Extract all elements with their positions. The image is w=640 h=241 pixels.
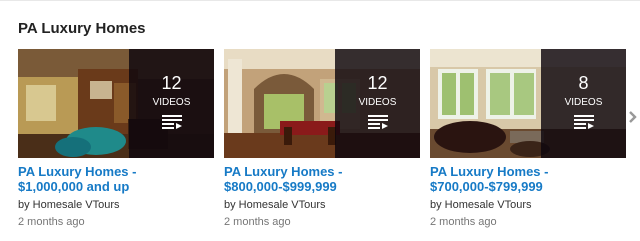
playlist-card: 12 VIDEOS PA Luxury Homes - $800,000-$99… — [224, 49, 420, 239]
playlist-icon — [368, 115, 388, 129]
video-count: 12 — [367, 73, 388, 93]
playlist-title-line2: $800,000-$999,999 — [224, 179, 337, 194]
playlist-shelf: PA Luxury Homes 12 VIDEOS PA Luxury Home… — [0, 0, 640, 241]
playlist-title-line2: $1,000,000 and up — [18, 179, 130, 194]
playlist-icon — [574, 115, 594, 129]
playlist-card: 8 VIDEOS PA Luxury Homes - $700,000-$799… — [430, 49, 626, 239]
channel-byline[interactable]: by Homesale VTours — [224, 198, 326, 212]
video-count-label: VIDEOS — [152, 97, 191, 108]
upload-age: 2 months ago — [430, 216, 497, 228]
chevron-right-icon[interactable] — [627, 109, 638, 125]
playlist-icon — [162, 115, 182, 129]
playlist-thumbnail[interactable]: 12 VIDEOS — [18, 49, 214, 158]
playlist-title-line2: $700,000-$799,999 — [430, 179, 543, 194]
playlist-title-link[interactable]: PA Luxury Homes - $1,000,000 and up — [18, 164, 214, 194]
channel-byline[interactable]: by Homesale VTours — [430, 198, 532, 212]
channel-byline[interactable]: by Homesale VTours — [18, 198, 120, 212]
playlist-title-link[interactable]: PA Luxury Homes - $800,000-$999,999 — [224, 164, 420, 194]
video-count: 12 — [161, 73, 182, 93]
playlist-thumbnail[interactable]: 8 VIDEOS — [430, 49, 626, 158]
playlist-title-link[interactable]: PA Luxury Homes - $700,000-$799,999 — [430, 164, 626, 194]
playlist-card: 12 VIDEOS PA Luxury Homes - $1,000,000 a… — [18, 49, 214, 239]
playlist-thumbnail[interactable]: 12 VIDEOS — [224, 49, 420, 158]
playlist-title-line1: PA Luxury Homes - — [18, 164, 137, 179]
playlist-count-overlay: 12 VIDEOS — [129, 49, 214, 158]
video-count-label: VIDEOS — [564, 97, 603, 108]
shelf-title[interactable]: PA Luxury Homes — [18, 19, 146, 39]
upload-age: 2 months ago — [18, 216, 85, 228]
video-count-label: VIDEOS — [358, 97, 397, 108]
playlist-count-overlay: 12 VIDEOS — [335, 49, 420, 158]
playlist-count-overlay: 8 VIDEOS — [541, 49, 626, 158]
playlist-title-line1: PA Luxury Homes - — [224, 164, 343, 179]
upload-age: 2 months ago — [224, 216, 291, 228]
playlist-title-line1: PA Luxury Homes - — [430, 164, 549, 179]
video-count: 8 — [578, 73, 589, 93]
